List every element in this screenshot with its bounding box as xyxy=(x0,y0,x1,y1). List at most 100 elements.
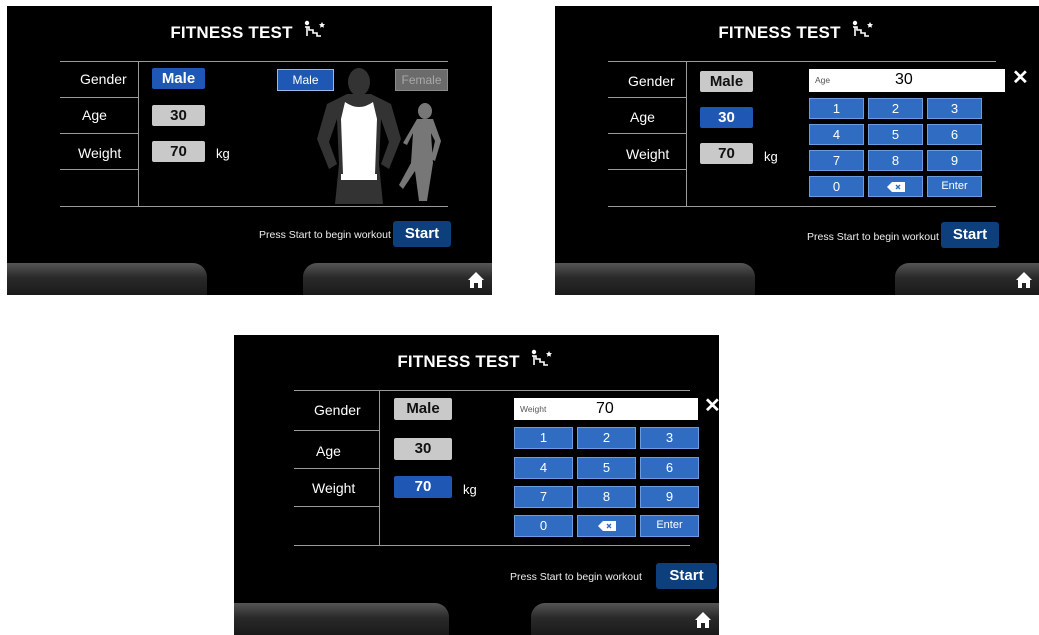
close-icon[interactable]: ✕ xyxy=(1012,68,1029,88)
gender-label: Gender xyxy=(314,402,361,418)
age-label: Age xyxy=(316,443,341,459)
key-7[interactable]: 7 xyxy=(809,150,864,171)
page-title: FITNESS TEST xyxy=(234,349,719,372)
start-prompt: Press Start to begin workout xyxy=(807,231,939,243)
key-3[interactable]: 3 xyxy=(927,98,982,119)
divider xyxy=(608,169,686,170)
weight-label: Weight xyxy=(78,145,122,161)
bottom-bar-left xyxy=(234,603,449,635)
male-silhouette[interactable] xyxy=(309,64,409,204)
divider xyxy=(294,506,379,507)
weight-unit: kg xyxy=(216,146,230,161)
age-value[interactable]: 30 xyxy=(700,107,753,128)
title-text: FITNESS TEST xyxy=(170,23,293,42)
divider xyxy=(60,97,138,98)
age-value[interactable]: 30 xyxy=(394,438,452,460)
key-3[interactable]: 3 xyxy=(640,427,699,449)
enter-key[interactable]: Enter xyxy=(640,515,699,537)
key-0[interactable]: 0 xyxy=(809,176,864,197)
gender-label: Gender xyxy=(80,71,127,87)
key-5[interactable]: 5 xyxy=(577,457,636,479)
bottom-bar-left xyxy=(555,263,755,295)
divider xyxy=(294,468,379,469)
backspace-key[interactable] xyxy=(868,176,923,197)
bottom-bar-right xyxy=(303,263,492,295)
fitness-test-screen-weight: FITNESS TEST Gender Age Weight Male 30 7… xyxy=(234,335,719,635)
key-4[interactable]: 4 xyxy=(809,124,864,145)
display-value: 30 xyxy=(895,71,913,88)
stairs-icon xyxy=(852,20,873,37)
start-prompt: Press Start to begin workout xyxy=(510,571,642,583)
keypad-display: Age 30 xyxy=(809,69,1005,92)
gender-value[interactable]: Male xyxy=(152,68,205,89)
weight-unit: kg xyxy=(764,149,778,164)
key-6[interactable]: 6 xyxy=(927,124,982,145)
key-9[interactable]: 9 xyxy=(640,486,699,508)
divider xyxy=(608,133,686,134)
gender-value[interactable]: Male xyxy=(394,398,452,420)
divider xyxy=(60,206,448,207)
start-button[interactable]: Start xyxy=(393,221,451,247)
start-button[interactable]: Start xyxy=(941,222,999,248)
stairs-icon xyxy=(531,349,552,366)
divider xyxy=(608,61,996,62)
divider xyxy=(608,97,686,98)
divider xyxy=(138,61,139,206)
key-0[interactable]: 0 xyxy=(514,515,573,537)
key-9[interactable]: 9 xyxy=(927,150,982,171)
start-prompt: Press Start to begin workout xyxy=(259,229,391,241)
display-value: 70 xyxy=(596,400,614,417)
divider xyxy=(60,169,138,170)
key-4[interactable]: 4 xyxy=(514,457,573,479)
key-8[interactable]: 8 xyxy=(868,150,923,171)
display-label: Age xyxy=(815,75,831,85)
divider xyxy=(294,430,379,431)
backspace-key[interactable] xyxy=(577,515,636,537)
key-5[interactable]: 5 xyxy=(868,124,923,145)
key-7[interactable]: 7 xyxy=(514,486,573,508)
divider xyxy=(60,133,138,134)
page-title: FITNESS TEST xyxy=(7,20,492,43)
weight-value[interactable]: 70 xyxy=(700,143,753,164)
key-1[interactable]: 1 xyxy=(514,427,573,449)
page-title: FITNESS TEST xyxy=(555,20,1039,43)
gender-label: Gender xyxy=(628,73,675,89)
female-silhouette[interactable] xyxy=(397,101,445,201)
title-text: FITNESS TEST xyxy=(718,23,841,42)
display-label: Weight xyxy=(520,404,547,414)
backspace-icon xyxy=(886,182,905,192)
key-2[interactable]: 2 xyxy=(577,427,636,449)
home-icon[interactable] xyxy=(694,611,712,629)
home-icon[interactable] xyxy=(1015,271,1033,289)
weight-value[interactable]: 70 xyxy=(394,476,452,498)
divider xyxy=(294,390,690,391)
age-label: Age xyxy=(82,107,107,123)
divider xyxy=(379,390,380,545)
bottom-bar-left xyxy=(7,263,207,295)
backspace-icon xyxy=(597,521,616,531)
home-icon[interactable] xyxy=(467,271,485,289)
age-value[interactable]: 30 xyxy=(152,105,205,126)
divider xyxy=(294,545,690,546)
close-icon[interactable]: ✕ xyxy=(704,396,719,416)
key-6[interactable]: 6 xyxy=(640,457,699,479)
age-label: Age xyxy=(630,109,655,125)
key-8[interactable]: 8 xyxy=(577,486,636,508)
gender-value[interactable]: Male xyxy=(700,71,753,92)
bottom-bar-right xyxy=(531,603,719,635)
keypad-display: Weight 70 xyxy=(514,398,698,420)
weight-value[interactable]: 70 xyxy=(152,141,205,162)
start-button[interactable]: Start xyxy=(656,563,717,589)
key-1[interactable]: 1 xyxy=(809,98,864,119)
fitness-test-screen-age: FITNESS TEST Gender Age Weight Male 30 7… xyxy=(555,6,1039,295)
weight-label: Weight xyxy=(312,480,356,496)
divider xyxy=(686,61,687,206)
stairs-icon xyxy=(304,20,325,37)
weight-label: Weight xyxy=(626,146,670,162)
key-2[interactable]: 2 xyxy=(868,98,923,119)
title-text: FITNESS TEST xyxy=(397,352,520,371)
divider xyxy=(60,61,448,62)
weight-unit: kg xyxy=(463,482,477,497)
fitness-test-screen-gender: FITNESS TEST Gender Age Weight Male 30 7… xyxy=(7,6,492,295)
enter-key[interactable]: Enter xyxy=(927,176,982,197)
